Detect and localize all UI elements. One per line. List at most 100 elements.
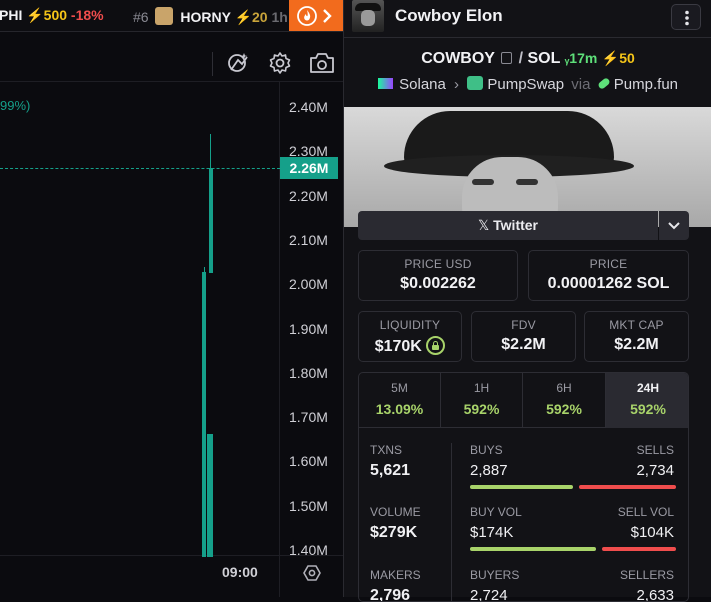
token-info-panel: Cowboy Elon COWBOY / SOL ᵧ17m ⚡50 Solana… xyxy=(343,0,711,602)
sells-label: SELLS xyxy=(636,443,674,457)
current-price-line xyxy=(0,168,280,169)
price-chart[interactable]: 99%) 2.40M 2.30M 2.20M 2.10M 2.00M 1.90M 1.80M… xyxy=(0,82,343,597)
sell-vol-label: SELL VOL xyxy=(617,505,674,519)
buy-vol-bar xyxy=(470,547,596,551)
buys-label: BUYS xyxy=(470,443,503,457)
candle xyxy=(202,272,206,557)
sellers-label: SELLERS xyxy=(619,568,674,582)
volume-value: $279K xyxy=(370,524,418,541)
buys-sells-ratio-bar xyxy=(470,485,676,489)
trending-ticker-bar: PHI ⚡500 -18% #6 HORNY ⚡20 1h xyxy=(0,0,343,32)
copy-address-icon[interactable] xyxy=(501,52,513,64)
price-axis-label: 1.70M xyxy=(289,409,328,426)
locked-lock-icon[interactable] xyxy=(426,336,446,355)
timeframe-tabs: 5M 13.09% 1H 592% 6H 592% 24H 592% xyxy=(359,373,688,428)
tab-1h[interactable]: 1H 592% xyxy=(441,373,523,428)
camera-screenshot-icon[interactable] xyxy=(309,52,335,74)
stats-box: 5M 13.09% 1H 592% 6H 592% 24H 592% TXNS … xyxy=(358,372,689,602)
x-logo-icon: 𝕏 xyxy=(477,217,490,233)
twitter-button[interactable]: 𝕏 Twitter xyxy=(358,211,658,240)
tab-label: 24H xyxy=(636,381,659,395)
token-avatar xyxy=(352,0,384,32)
tab-change: 592% xyxy=(546,401,582,417)
current-price-marker: 2.26M xyxy=(280,157,338,179)
ticker-item-phi[interactable]: PHI ⚡500 -18% xyxy=(0,7,119,24)
buyers-label: BUYERS xyxy=(470,568,520,582)
trending-fire-button[interactable] xyxy=(289,0,343,31)
price-usd-card: PRICE USD $0.002262 xyxy=(358,250,518,301)
chevron-down-icon xyxy=(668,222,680,230)
volume-label: VOLUME xyxy=(370,505,421,519)
price-axis-label: 1.50M xyxy=(289,497,328,514)
price-usd-label: PRICE USD xyxy=(404,257,472,271)
price-native-value: 0.00001262 SOL xyxy=(547,275,670,292)
price-axis-label: 1.60M xyxy=(289,453,328,470)
buyers-value: 2,724 xyxy=(470,587,508,602)
toolbar-divider xyxy=(212,52,213,76)
launchpad-name[interactable]: Pump.fun xyxy=(614,76,678,93)
chevron-right-icon: › xyxy=(454,76,460,93)
price-axis-label: 1.80M xyxy=(289,364,328,381)
ticker-change: -18% xyxy=(70,7,104,23)
solana-icon xyxy=(377,78,393,89)
ticker-boost: ⚡500 xyxy=(26,7,68,23)
chain-name[interactable]: Solana xyxy=(399,76,446,93)
fdv-value: $2.2M xyxy=(501,336,546,353)
stats-divider xyxy=(451,443,452,601)
settings-gear-icon[interactable] xyxy=(268,51,292,75)
fdv-label: FDV xyxy=(511,318,536,332)
ticker-symbol: HORNY xyxy=(180,9,231,25)
makers-value: 2,796 xyxy=(370,587,411,602)
buys-value: 2,887 xyxy=(470,462,508,479)
candle xyxy=(209,168,213,273)
sell-vol-value: $104K xyxy=(630,524,674,541)
price-native-label: PRICE xyxy=(589,257,628,271)
token-banner-image xyxy=(344,107,711,227)
volume-ratio-bar xyxy=(470,547,676,551)
more-options-button[interactable] xyxy=(671,4,701,30)
sell-vol-bar xyxy=(601,547,676,551)
buys-bar xyxy=(470,485,573,489)
chain-line: Solana › PumpSwap via Pump.fun xyxy=(344,76,711,93)
fdv-card: FDV $2.2M xyxy=(471,311,576,362)
vertical-dots-icon xyxy=(685,10,689,26)
price-axis-label: 2.20M xyxy=(289,187,328,204)
ticker-boost: ⚡20 xyxy=(234,9,268,25)
panel-header: Cowboy Elon xyxy=(344,0,711,38)
tab-label: 6H xyxy=(556,381,572,395)
sellers-value: 2,633 xyxy=(636,587,674,602)
price-axis-label: 2.40M xyxy=(289,99,328,115)
price-axis-label: 1.40M xyxy=(289,542,328,558)
quote-symbol: SOL xyxy=(527,50,561,67)
makers-label: MAKERS xyxy=(370,568,421,582)
ticker-extra: 1h xyxy=(271,9,288,25)
price-axis-label: 1.90M xyxy=(289,320,328,337)
indicator-icon[interactable] xyxy=(225,50,251,76)
txns-value: 5,621 xyxy=(370,462,411,479)
tab-5m[interactable]: 5M 13.09% xyxy=(359,373,441,428)
txns-label: TXNS xyxy=(370,443,403,457)
pair-boost: ⚡50 xyxy=(601,50,635,66)
ticker-item-horny[interactable]: #6 HORNY ⚡20 1h xyxy=(133,7,293,26)
ticker-rank: #6 xyxy=(133,9,149,25)
chart-scale-settings-icon[interactable] xyxy=(303,564,321,582)
tab-change: 13.09% xyxy=(375,401,424,417)
tab-6h[interactable]: 6H 592% xyxy=(523,373,606,428)
mcap-label: MKT CAP xyxy=(609,318,664,332)
tab-change: 592% xyxy=(630,401,666,417)
candle-wick xyxy=(210,134,211,174)
token-logo-icon xyxy=(155,7,174,25)
tab-label: 5M xyxy=(391,381,408,395)
tab-24h[interactable]: 24H 592% xyxy=(606,373,688,428)
liquidity-label: LIQUIDITY xyxy=(379,318,441,332)
price-usd-value: $0.002262 xyxy=(400,275,476,292)
sells-bar xyxy=(578,485,676,489)
candle-wick xyxy=(204,267,205,277)
candle xyxy=(207,434,213,557)
tab-label: 1H xyxy=(473,381,490,395)
chart-legend-fragment: 99%) xyxy=(0,98,31,113)
chart-toolbar xyxy=(0,44,343,82)
liquidity-value: $170K xyxy=(374,338,422,355)
socials-expand-button[interactable] xyxy=(659,211,689,240)
dex-name[interactable]: PumpSwap xyxy=(487,76,564,93)
